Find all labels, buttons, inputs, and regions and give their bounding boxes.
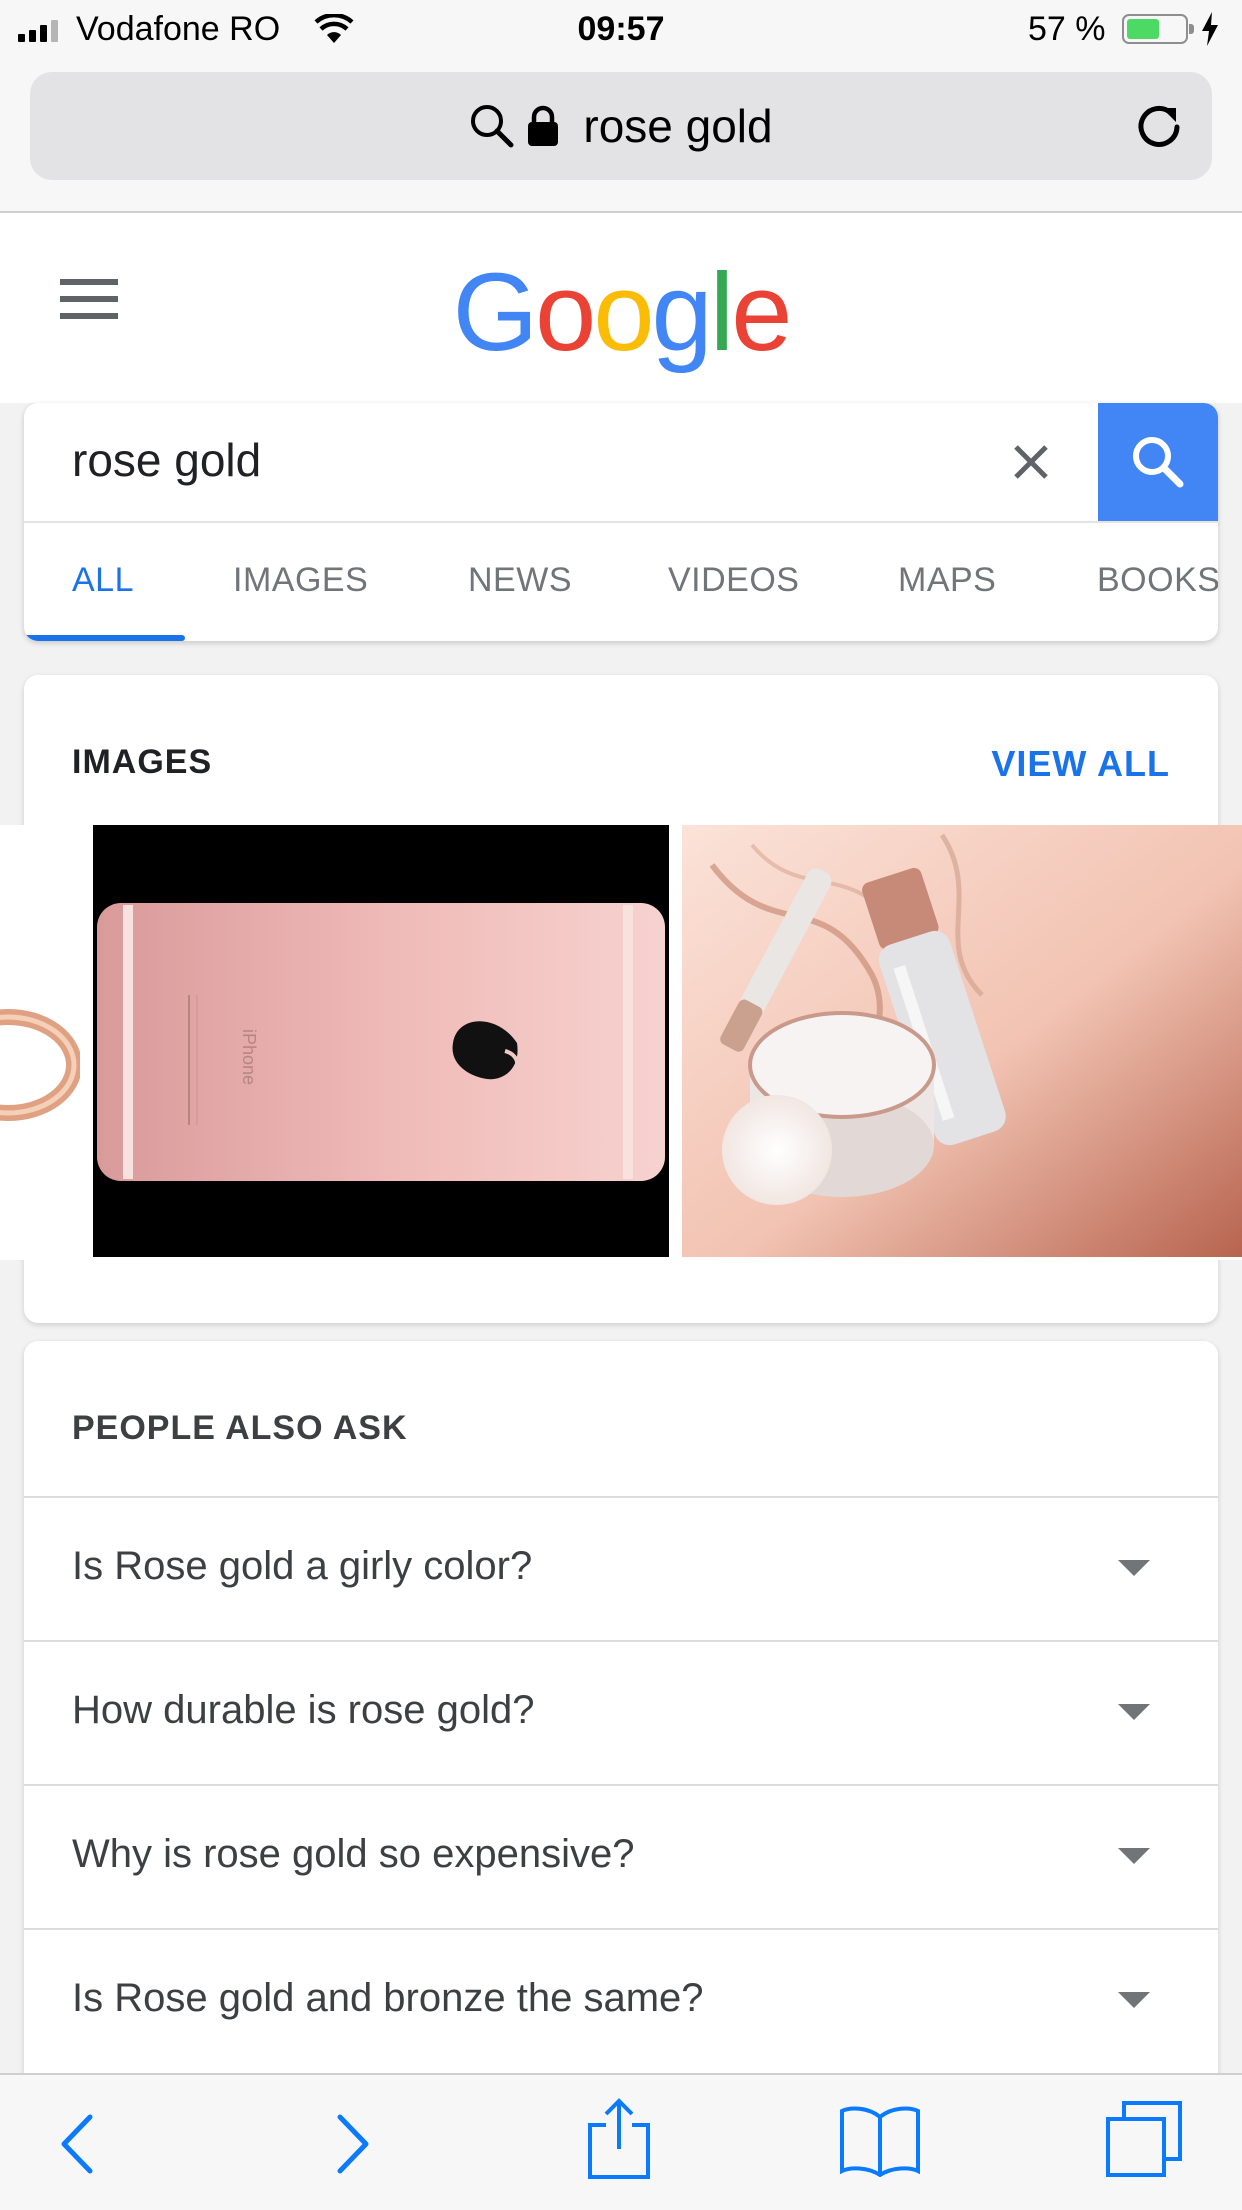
thumbnail-cosmetics[interactable]	[682, 825, 1242, 1257]
battery-icon	[1122, 14, 1194, 44]
paa-question-text: Is Rose gold and bronze the same?	[72, 1976, 704, 2020]
search-tabs: ALL IMAGES NEWS VIDEOS MAPS BOOKS	[24, 523, 1218, 641]
tab-news[interactable]: NEWS	[468, 561, 572, 600]
share-icon[interactable]	[584, 2097, 654, 2181]
tab-all[interactable]: ALL	[72, 561, 134, 600]
lock-icon	[528, 105, 559, 146]
search-button[interactable]	[1098, 403, 1218, 521]
image-carousel[interactable]: iPhone	[0, 825, 1242, 1260]
status-bar: Vodafone RO 09:57 57 %	[0, 0, 1242, 64]
paa-question-item[interactable]: Why is rose gold so expensive?	[24, 1784, 1218, 1928]
logo-letter: o	[593, 251, 654, 374]
google-header: Google	[0, 213, 1242, 403]
logo-letter: l	[709, 251, 735, 374]
bookmarks-icon[interactable]	[838, 2103, 922, 2177]
tab-maps[interactable]: MAPS	[898, 561, 996, 600]
logo-letter: G	[452, 251, 539, 374]
view-all-link[interactable]: VIEW ALL	[991, 743, 1170, 785]
phone-engraving-text: iPhone	[239, 1029, 259, 1085]
expand-caret-icon	[1118, 1992, 1150, 2008]
address-bar[interactable]: rose gold	[30, 72, 1212, 180]
back-icon[interactable]	[54, 2109, 104, 2179]
expand-caret-icon	[1118, 1848, 1150, 1864]
tab-videos[interactable]: VIDEOS	[668, 561, 799, 600]
search-card: rose gold ALL IMAGES NEWS VIDEOS MAPS BO…	[24, 403, 1218, 641]
logo-letter: g	[651, 251, 713, 374]
forward-icon[interactable]	[326, 2109, 376, 2179]
charging-bolt-icon	[1202, 12, 1218, 46]
browser-address-area: rose gold	[0, 64, 1242, 213]
browser-toolbar	[0, 2073, 1242, 2210]
paa-question-text: How durable is rose gold?	[72, 1688, 535, 1732]
web-page: Google rose gold ALL IMAGES NEWS VIDEOS …	[0, 213, 1242, 2073]
clear-search-icon[interactable]	[1006, 437, 1056, 487]
people-also-ask-title: PEOPLE ALSO ASK	[72, 1409, 408, 1447]
people-also-ask-section: PEOPLE ALSO ASK Is Rose gold a girly col…	[24, 1341, 1218, 2073]
thumbnail-ring[interactable]	[0, 825, 80, 1257]
paa-question-text: Is Rose gold a girly color?	[72, 1544, 533, 1588]
search-icon	[471, 105, 514, 148]
tab-images[interactable]: IMAGES	[233, 561, 368, 600]
paa-question-item[interactable]: Is Rose gold and bronze the same?	[24, 1928, 1218, 2072]
battery-percentage: 57 %	[1028, 10, 1106, 48]
thumbnail-iphone[interactable]: iPhone	[93, 825, 669, 1257]
tabs-icon[interactable]	[1104, 2099, 1184, 2179]
search-row: rose gold	[24, 403, 1218, 523]
tab-books[interactable]: BOOKS	[1097, 561, 1218, 600]
paa-question-item[interactable]: How durable is rose gold?	[24, 1640, 1218, 1784]
active-tab-indicator	[24, 635, 185, 641]
search-icon	[1133, 437, 1184, 488]
expand-caret-icon	[1118, 1704, 1150, 1720]
search-input[interactable]: rose gold	[72, 433, 261, 487]
reload-icon[interactable]	[1132, 100, 1186, 154]
images-section-title: IMAGES	[72, 743, 213, 781]
paa-question-item[interactable]: Is Rose gold a girly color?	[24, 1496, 1218, 1640]
google-logo[interactable]: Google	[0, 258, 1242, 368]
logo-letter: o	[535, 251, 596, 374]
address-text: rose gold	[583, 100, 773, 152]
expand-caret-icon	[1118, 1560, 1150, 1576]
logo-letter: e	[731, 251, 792, 374]
paa-question-text: Why is rose gold so expensive?	[72, 1832, 635, 1876]
